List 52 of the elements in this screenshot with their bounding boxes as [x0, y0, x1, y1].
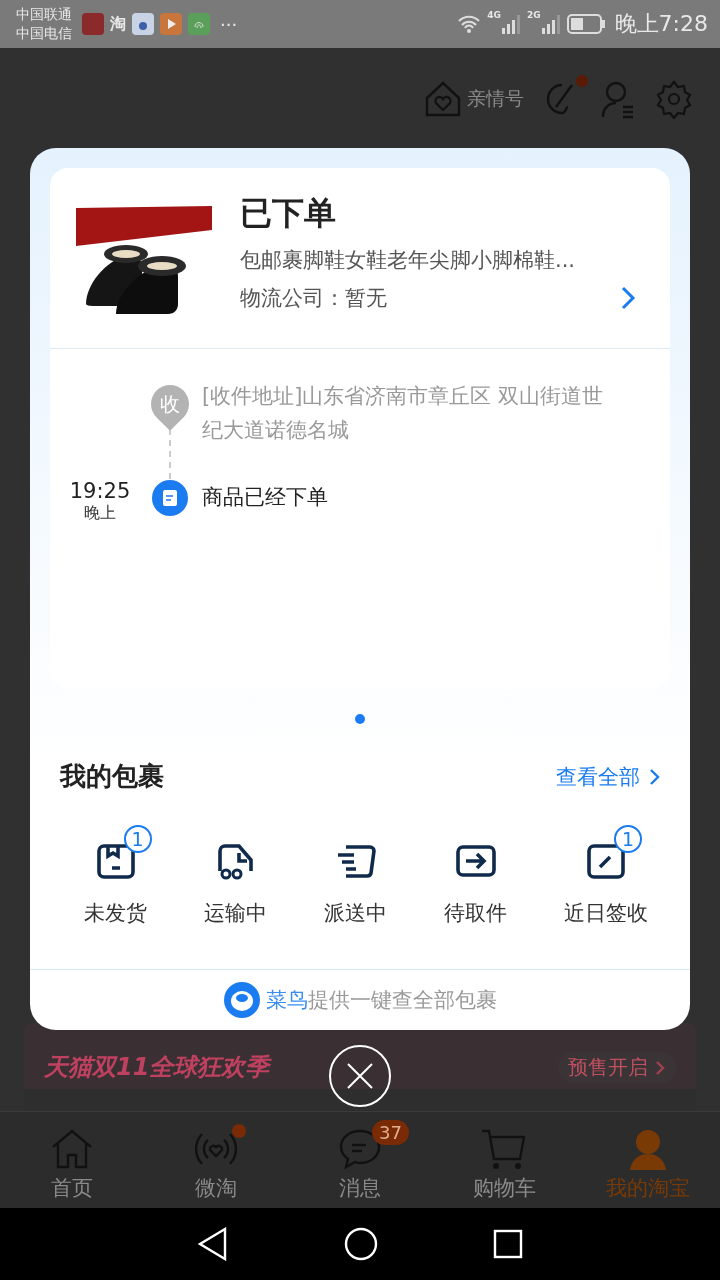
count-badge: 1: [123, 824, 152, 853]
section-title: 我的包裹: [60, 760, 164, 794]
network-type: 2G: [526, 10, 541, 20]
wifi-icon: [457, 15, 482, 33]
document-icon: [151, 479, 189, 517]
view-all-link[interactable]: 查看全部: [556, 762, 660, 791]
brand-name: 菜鸟: [265, 987, 308, 1014]
chevron-right-icon: [648, 766, 660, 787]
order-card[interactable]: 已下单 包邮裹脚鞋女鞋老年尖脚小脚棉鞋... 物流公司：暂无 收 [收件地址]山东省济南市章丘区 双山街道世纪大道诺德名城 19:25 晚上 商品已经下单: [50, 168, 670, 689]
package-status-item[interactable]: 待取件: [424, 820, 527, 969]
package-status-item[interactable]: 运输中: [184, 820, 287, 969]
tab-item[interactable]: 购物车: [444, 1118, 564, 1202]
carrier-name: 中国电信: [16, 24, 72, 43]
app-icon: [82, 13, 104, 35]
event-description: 商品已经下单: [202, 484, 328, 511]
app-glyph: 淘: [110, 13, 126, 35]
product-title: 包邮裹脚鞋女鞋老年尖脚小脚棉鞋...: [240, 247, 577, 274]
logistics-company: 物流公司：暂无: [240, 285, 387, 312]
count-badge: 1: [614, 824, 642, 853]
event-time: 19:25: [69, 479, 131, 503]
package-status-item[interactable]: 1 近日签收: [544, 820, 668, 969]
carrier-name: 中国联通: [16, 5, 72, 24]
chevron-right-icon: [654, 1058, 666, 1077]
network-type: 4G: [487, 10, 501, 20]
banner-title: 天猫双11全球狂欢季: [44, 1052, 270, 1083]
battery-icon: [566, 14, 605, 34]
signal-icon: [500, 14, 521, 34]
delivery-address: [收件地址]山东省济南市章丘区 双山街道世纪大道诺德名城: [202, 383, 605, 444]
close-button[interactable]: [329, 1045, 391, 1107]
more-notifications: ···: [220, 13, 238, 35]
family-account-label[interactable]: 亲情号: [467, 86, 524, 112]
home-circle-icon[interactable]: [344, 1227, 378, 1261]
recents-icon[interactable]: [492, 1229, 523, 1259]
clock-time: 晚上7:28: [614, 10, 708, 38]
tab-item[interactable]: 微淘: [156, 1118, 276, 1202]
package-status-item[interactable]: 1 未发货: [64, 820, 167, 969]
close-icon: [345, 1061, 375, 1091]
play-icon: [160, 13, 182, 35]
tab-item[interactable]: 37 消息: [300, 1118, 420, 1202]
chevron-right-icon[interactable]: [620, 285, 636, 311]
event-period: 晚上: [84, 503, 116, 524]
cart-icon: [480, 1128, 528, 1170]
presale-link[interactable]: 预售开启: [558, 1052, 676, 1083]
chat-bubble-icon: [338, 1128, 382, 1170]
signal-icon: [540, 14, 561, 34]
home-icon: [50, 1128, 94, 1170]
tab-item[interactable]: 首页: [12, 1118, 132, 1202]
footer-text: 提供一键查全部包裹: [307, 987, 497, 1014]
unread-badge: 37: [372, 1120, 409, 1145]
page-dot[interactable]: [355, 713, 365, 724]
order-status: 已下单: [240, 193, 337, 234]
package-status-item[interactable]: 派送中: [304, 820, 407, 969]
